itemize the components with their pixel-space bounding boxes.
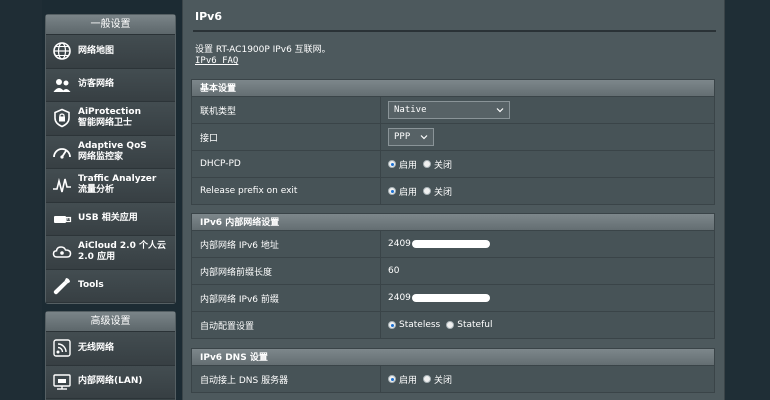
- ipv6-dns-settings-header: IPv6 DNS 设置: [191, 348, 715, 366]
- prefix-length-label: 内部网络前缀长度: [192, 258, 381, 284]
- sidebar-item-label: Tools: [78, 280, 104, 291]
- guest-network-icon: [51, 74, 73, 96]
- stateful-radio[interactable]: Stateful: [446, 320, 492, 330]
- lan-ipv6-prefix-value: 2409: [388, 293, 411, 303]
- chevron-down-icon: [420, 135, 428, 140]
- title-divider: [193, 30, 716, 32]
- qos-icon: [51, 141, 73, 163]
- sidebar: 一般设置 网络地图 访客网络 AiProtection 智能网络卫士 Adapt…: [45, 0, 176, 400]
- auto-dns-label: 自动接上 DNS 服务器: [192, 366, 381, 392]
- advanced-settings-menu: 高级设置 无线网络 内部网络(LAN): [45, 311, 176, 400]
- sidebar-item-sublabel: 流量分析: [78, 185, 115, 196]
- lan-ipv6-address-value: 2409: [388, 239, 411, 249]
- sidebar-item-label: 内部网络(LAN): [78, 376, 143, 387]
- release-prefix-disable-radio[interactable]: 关闭: [423, 185, 452, 198]
- auto-dns-enable-radio[interactable]: 启用: [388, 373, 417, 386]
- sidebar-item-usb-apps[interactable]: USB 相关应用: [46, 202, 175, 236]
- sidebar-item-network-map[interactable]: 网络地图: [46, 35, 175, 69]
- advanced-settings-header: 高级设置: [46, 312, 175, 332]
- dhcp-pd-disable-radio[interactable]: 关闭: [423, 158, 452, 171]
- connection-type-value: Native: [394, 105, 427, 115]
- connection-type-label: 联机类型: [192, 97, 381, 123]
- sidebar-item-label: 网络地图: [78, 45, 115, 56]
- aicloud-icon: [51, 241, 73, 263]
- general-settings-menu: 一般设置 网络地图 访客网络 AiProtection 智能网络卫士 Adapt…: [45, 14, 176, 304]
- release-prefix-label: Release prefix on exit: [192, 178, 381, 204]
- radio-selected-icon: [388, 375, 396, 383]
- redaction-bar: [411, 240, 490, 248]
- sidebar-item-guest-network[interactable]: 访客网络: [46, 68, 175, 102]
- stateless-radio[interactable]: Stateless: [388, 320, 440, 330]
- sidebar-item-tools[interactable]: Tools: [46, 269, 175, 303]
- page-description: 设置 RT-AC1900P IPv6 互联网。: [195, 45, 331, 55]
- sidebar-item-aiprotection[interactable]: AiProtection 智能网络卫士: [46, 102, 175, 136]
- usb-icon: [51, 208, 73, 230]
- wrench-icon: [51, 275, 73, 297]
- auto-config-row: 自动配置设置 Stateless Stateful: [191, 312, 715, 339]
- aiprotection-icon: [51, 107, 73, 129]
- redaction-bar: [411, 294, 490, 302]
- sidebar-item-aicloud[interactable]: AiCloud 2.0 个人云 2.0 应用: [46, 236, 175, 270]
- page-margin-left: [0, 0, 42, 400]
- sidebar-item-adaptive-qos[interactable]: Adaptive QoS 网络监控家: [46, 135, 175, 169]
- interface-value: PPP: [394, 132, 411, 142]
- interface-label: 接口: [192, 124, 381, 150]
- page-margin-right: [725, 0, 770, 400]
- chevron-down-icon: [496, 108, 504, 113]
- lan-ipv6-prefix-label: 内部网络 IPv6 前缀: [192, 285, 381, 311]
- connection-type-row: 联机类型 Native: [191, 97, 715, 124]
- prefix-length-row: 内部网络前缀长度 60: [191, 258, 715, 285]
- sidebar-item-traffic-analyzer[interactable]: Traffic Analyzer 流量分析: [46, 169, 175, 203]
- auto-dns-disable-radio[interactable]: 关闭: [423, 373, 452, 386]
- dhcp-pd-label: DHCP-PD: [192, 151, 381, 177]
- sidebar-item-sublabel: 2.0 应用: [78, 252, 116, 263]
- radio-unselected-icon: [423, 160, 432, 168]
- radio-unselected-icon: [423, 187, 432, 195]
- radio-selected-icon: [388, 160, 396, 168]
- sidebar-item-sublabel: 网络监控家: [78, 151, 124, 162]
- sidebar-item-label: USB 相关应用: [78, 213, 138, 224]
- connection-type-select[interactable]: Native: [388, 101, 510, 119]
- network-map-icon: [51, 40, 73, 62]
- lan-ipv6-prefix-row: 内部网络 IPv6 前缀 2409: [191, 285, 715, 312]
- sidebar-item-lan[interactable]: 内部网络(LAN): [46, 365, 175, 399]
- dhcp-pd-enable-radio[interactable]: 启用: [388, 158, 417, 171]
- sidebar-item-label: AiProtection: [78, 107, 141, 118]
- sidebar-item-sublabel: 智能网络卫士: [78, 118, 133, 129]
- sidebar-item-label: AiCloud 2.0 个人云: [78, 241, 166, 252]
- interface-select[interactable]: PPP: [388, 128, 434, 146]
- sidebar-item-label: 无线网络: [78, 342, 115, 353]
- basic-settings-header: 基本设置: [191, 79, 715, 97]
- page-title: IPv6: [195, 10, 222, 23]
- interface-row: 接口 PPP: [191, 124, 715, 151]
- release-prefix-enable-radio[interactable]: 启用: [388, 185, 417, 198]
- radio-unselected-icon: [446, 321, 455, 329]
- radio-selected-icon: [388, 321, 396, 329]
- wireless-icon: [51, 337, 73, 359]
- sidebar-item-label: Traffic Analyzer: [78, 174, 157, 185]
- auto-dns-row: 自动接上 DNS 服务器 启用 关闭: [191, 366, 715, 393]
- sidebar-item-label: 访客网络: [78, 79, 115, 90]
- general-settings-header: 一般设置: [46, 15, 175, 35]
- dhcp-pd-row: DHCP-PD 启用 关闭: [191, 151, 715, 178]
- auto-config-label: 自动配置设置: [192, 312, 381, 338]
- prefix-length-value: 60: [388, 266, 400, 276]
- radio-unselected-icon: [423, 375, 432, 383]
- ipv6-faq-link[interactable]: IPv6 FAQ: [195, 56, 238, 66]
- radio-selected-icon: [388, 187, 396, 195]
- sidebar-item-label: Adaptive QoS: [78, 140, 147, 151]
- ipv6-lan-settings-header: IPv6 内部网络设置: [191, 213, 715, 231]
- sidebar-item-wireless[interactable]: 无线网络: [46, 332, 175, 366]
- lan-icon: [51, 371, 73, 393]
- lan-ipv6-address-row: 内部网络 IPv6 地址 2409: [191, 231, 715, 258]
- ipv6-settings-panel: IPv6 设置 RT-AC1900P IPv6 互联网。 IPv6 FAQ 基本…: [182, 0, 725, 400]
- release-prefix-row: Release prefix on exit 启用 关闭: [191, 178, 715, 205]
- lan-ipv6-address-label: 内部网络 IPv6 地址: [192, 231, 381, 257]
- traffic-analyzer-icon: [51, 174, 73, 196]
